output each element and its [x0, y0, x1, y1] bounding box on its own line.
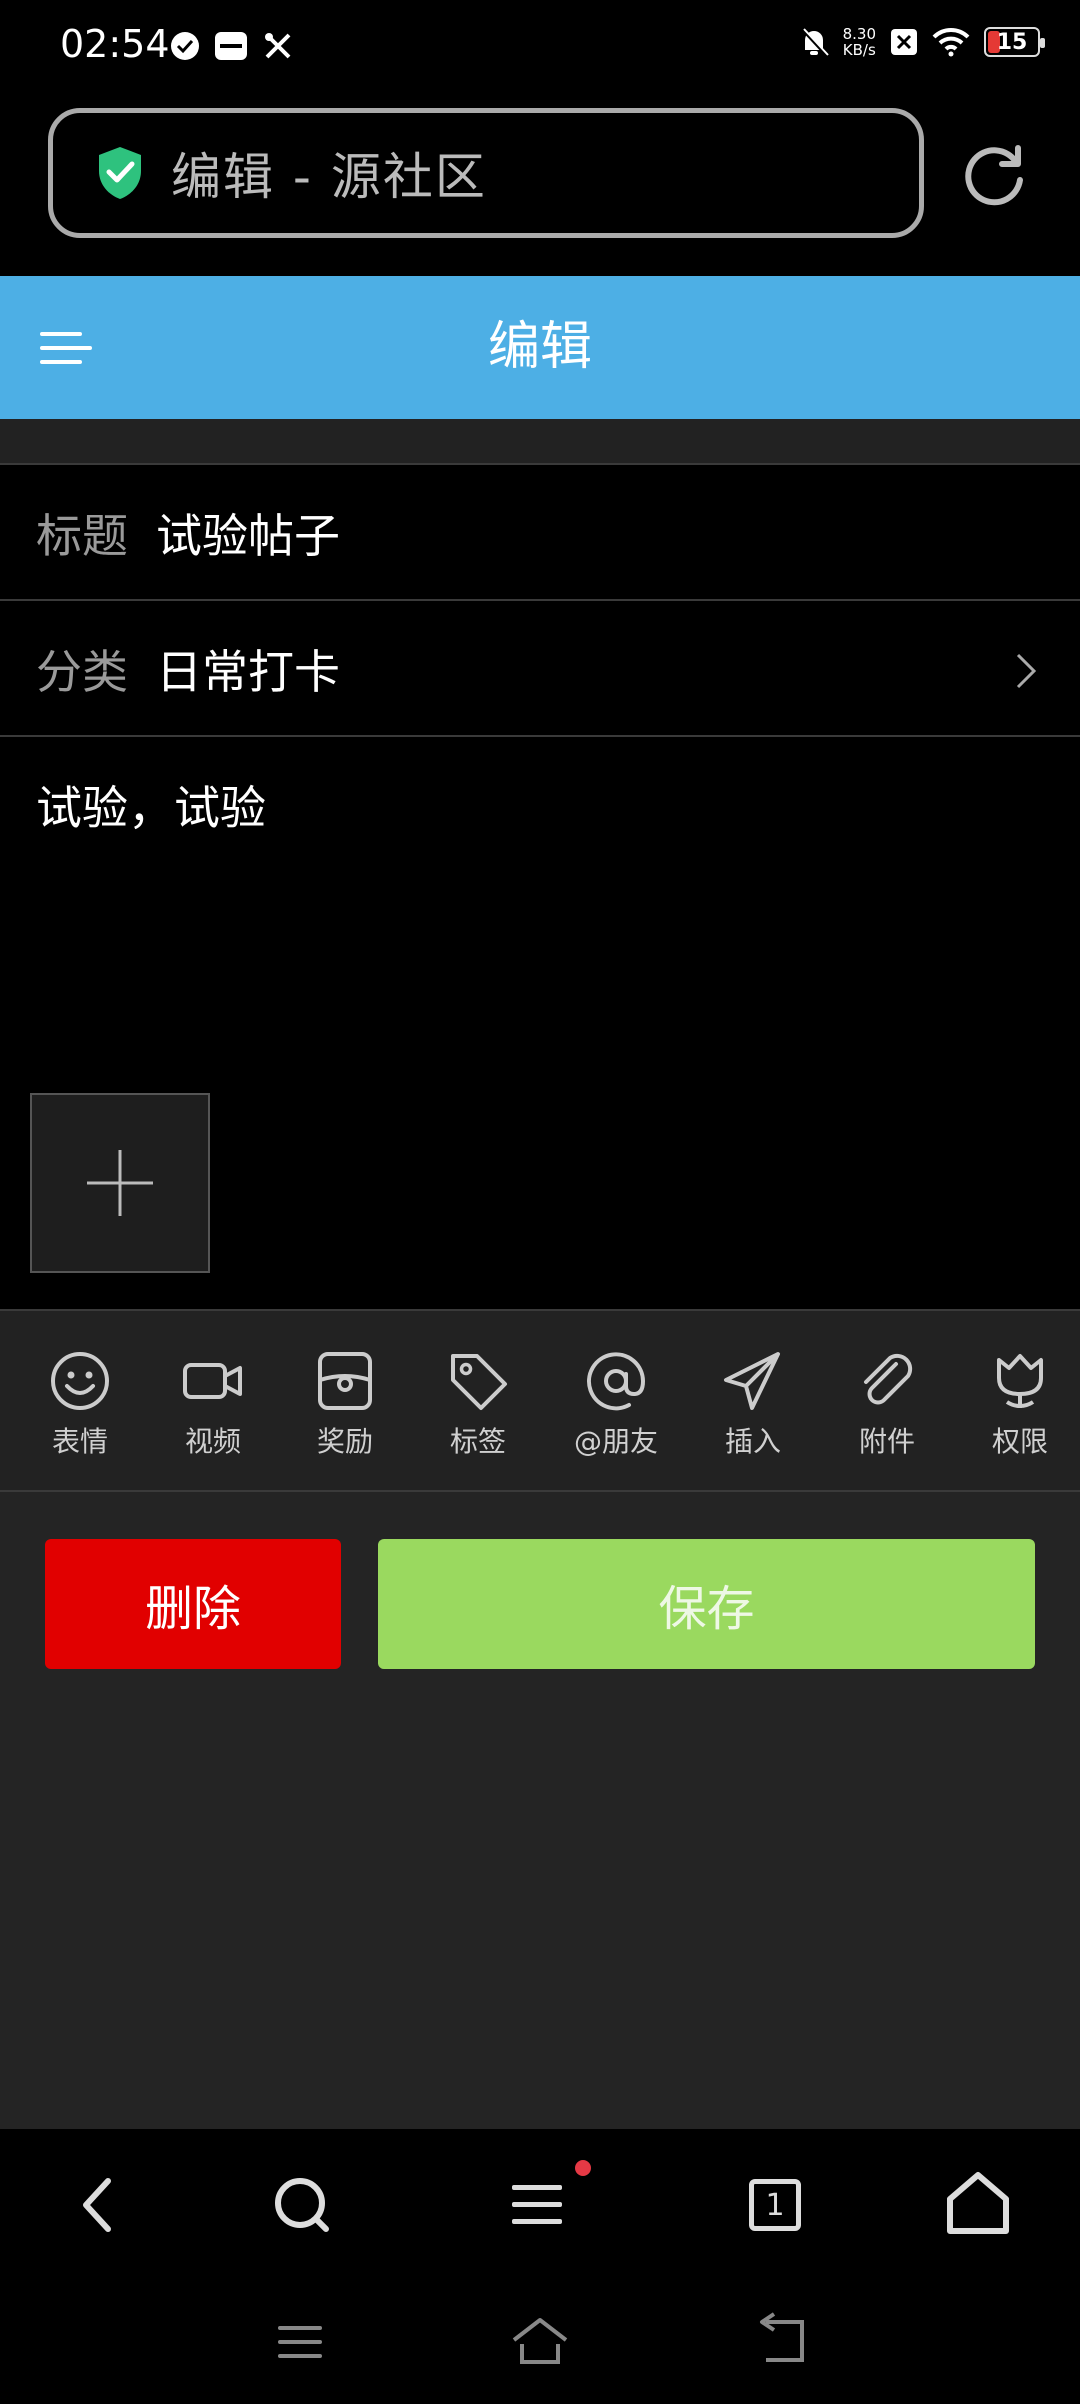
header-title: 编辑 — [487, 317, 592, 377]
reward-icon — [318, 1352, 372, 1410]
tabs-button[interactable]: 1 — [735, 2165, 815, 2245]
title-label: 标题 — [36, 509, 128, 563]
toolbar-label: 插入 — [724, 1425, 781, 1458]
battery-level: 15 — [996, 29, 1028, 55]
tools-icon — [265, 33, 291, 59]
tulip-icon — [997, 1354, 1043, 1409]
title-row[interactable]: 标题 试验帖子 — [0, 467, 1080, 601]
toolbar-label: @朋友 — [573, 1425, 658, 1458]
mute-bell-icon — [800, 27, 829, 57]
toolbar-label: 附件 — [858, 1425, 915, 1458]
tabs-count: 1 — [749, 2179, 801, 2231]
menu-icon[interactable] — [38, 318, 94, 378]
network-speed: 8.30 KB/s — [843, 26, 876, 58]
tag-icon — [451, 1354, 507, 1410]
plus-icon — [87, 1150, 153, 1216]
address-bar[interactable]: 编辑 - 源社区 — [48, 108, 924, 238]
search-icon[interactable] — [262, 2165, 342, 2245]
notification-dot — [575, 2160, 591, 2176]
vivo-app-icon — [215, 32, 247, 60]
chevron-right-icon — [1016, 653, 1037, 689]
toolbar-label: 视频 — [184, 1425, 241, 1458]
smiley-icon — [51, 1352, 109, 1410]
category-row[interactable]: 分类 日常打卡 — [0, 603, 1080, 737]
toolbar-emoji[interactable]: 表情 — [20, 1350, 140, 1460]
refresh-icon[interactable] — [960, 140, 1030, 210]
toolbar-tag[interactable]: 标签 — [418, 1350, 538, 1460]
toolbar-insert[interactable]: 插入 — [693, 1350, 813, 1460]
status-time: 02:54 — [60, 22, 170, 66]
save-button[interactable]: 保存 — [378, 1539, 1035, 1669]
title-input[interactable]: 试验帖子 — [156, 500, 340, 566]
system-home-icon[interactable] — [510, 2312, 570, 2372]
recent-apps-icon[interactable] — [270, 2312, 330, 2372]
category-label: 分类 — [36, 645, 128, 699]
category-value: 日常打卡 — [156, 645, 340, 699]
net-speed-value: 8.30 — [842, 25, 876, 43]
video-camera-icon — [183, 1363, 242, 1399]
toolbar-video[interactable]: 视频 — [153, 1350, 273, 1460]
toolbar-attachment[interactable]: 附件 — [827, 1350, 947, 1460]
shield-check-icon — [99, 147, 141, 199]
system-back-icon[interactable] — [752, 2312, 812, 2372]
toolbar-permission[interactable]: 权限 — [960, 1350, 1080, 1460]
paperclip-icon — [864, 1353, 913, 1405]
back-icon[interactable] — [60, 2165, 140, 2245]
wifi-icon — [932, 27, 970, 57]
close-box-icon — [891, 29, 917, 55]
page-title: 编辑 - 源社区 — [171, 148, 487, 206]
toolbar-label: 标签 — [449, 1425, 506, 1458]
toolbar-label: 权限 — [991, 1425, 1048, 1458]
net-speed-unit: KB/s — [842, 41, 876, 59]
battery-indicator: 15 — [984, 27, 1045, 57]
toolbar-reward[interactable]: 奖励 — [285, 1350, 405, 1460]
check-circle-icon — [171, 32, 199, 60]
home-icon[interactable] — [938, 2165, 1018, 2245]
section-divider — [0, 419, 1080, 465]
toolbar-mention[interactable]: @朋友 — [556, 1350, 676, 1460]
delete-button[interactable]: 删除 — [45, 1539, 341, 1669]
menu-list-icon[interactable] — [500, 2165, 580, 2245]
content-text[interactable]: 试验，试验 — [36, 772, 266, 838]
toolbar-label: 表情 — [51, 1425, 108, 1458]
paper-plane-icon — [724, 1352, 780, 1410]
at-icon — [587, 1352, 646, 1411]
toolbar-label: 奖励 — [316, 1425, 373, 1458]
add-image-button[interactable] — [30, 1093, 210, 1273]
status-system-icons: 8.30 KB/s 15 — [799, 26, 1045, 58]
status-notification-icons — [170, 30, 294, 62]
